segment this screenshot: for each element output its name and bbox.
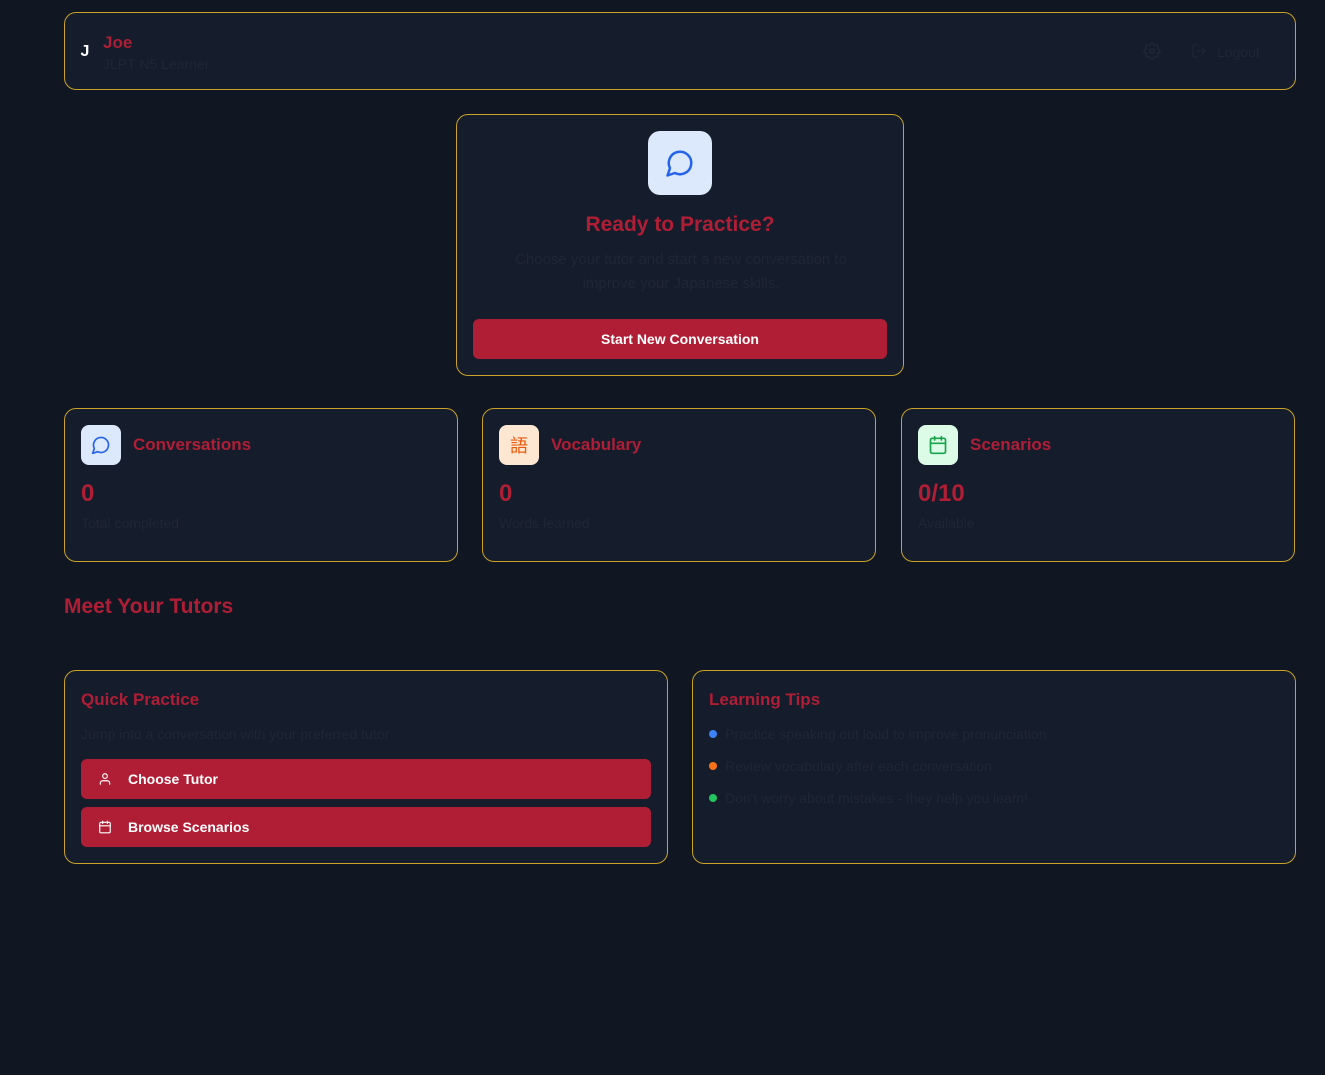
practice-hero-card: Ready to Practice? Choose your tutor and… [456,114,904,376]
user-level: JLPT N5 Learner [103,56,210,72]
user-name: Joe [103,33,133,52]
quick-practice-subtitle: Jump into a conversation with your prefe… [81,726,390,742]
tip-text: Don't worry about mistakes - they help y… [725,790,1029,806]
gear-icon[interactable] [1143,42,1161,60]
learning-tips-card: Learning Tips Practice speaking out loud… [692,670,1296,864]
user-header: J Joe JLPT N5 Learner Logout [64,12,1296,90]
stat-value: 0 [499,480,513,507]
stat-label: Conversations [133,435,252,454]
tip-item: Practice speaking out loud to improve pr… [709,726,1046,742]
stat-label: Vocabulary [551,435,642,454]
learning-tips-title: Learning Tips [709,690,821,709]
calendar-icon [97,819,113,835]
logout-label: Logout [1217,44,1260,60]
quick-practice-card: Quick Practice Jump into a conversation … [64,670,668,864]
message-circle-icon [81,425,121,465]
calendar-icon [918,425,958,465]
stat-subtext: Words learned [499,515,590,531]
tip-text: Review vocabulary after each conversatio… [725,758,992,774]
browse-scenarios-label: Browse Scenarios [128,819,250,835]
tutors-heading: Meet Your Tutors [64,595,234,618]
stat-card-conversations: Conversations 0 Total completed [64,408,458,562]
choose-tutor-label: Choose Tutor [128,771,218,787]
bullet-dot [709,730,717,738]
choose-tutor-button[interactable]: Choose Tutor [81,759,651,799]
browse-scenarios-button[interactable]: Browse Scenarios [81,807,651,847]
stat-card-vocabulary: 語 Vocabulary 0 Words learned [482,408,876,562]
tip-text: Practice speaking out loud to improve pr… [725,726,1047,742]
stat-label: Scenarios [970,435,1052,454]
quick-practice-title: Quick Practice [81,690,200,709]
stat-subtext: Available [918,515,975,531]
tip-item: Review vocabulary after each conversatio… [709,758,992,774]
bullet-dot [709,794,717,802]
start-conversation-button[interactable]: Start New Conversation [473,319,887,359]
stat-subtext: Total completed [81,515,180,531]
hero-description: Choose your tutor and start a new conver… [515,251,847,292]
user-icon [97,771,113,787]
tip-item: Don't worry about mistakes - they help y… [709,790,1028,806]
avatar: J [80,43,90,60]
hero-title: Ready to Practice? [585,213,775,236]
stat-card-scenarios: Scenarios 0/10 Available [901,408,1295,562]
message-circle-icon [648,131,712,195]
stat-value: 0 [81,480,95,507]
kanji-go-icon: 語 [499,425,539,465]
logout-button[interactable]: Logout [1191,41,1260,63]
stat-value: 0/10 [918,480,965,507]
logout-icon [1191,43,1207,62]
bullet-dot [709,762,717,770]
